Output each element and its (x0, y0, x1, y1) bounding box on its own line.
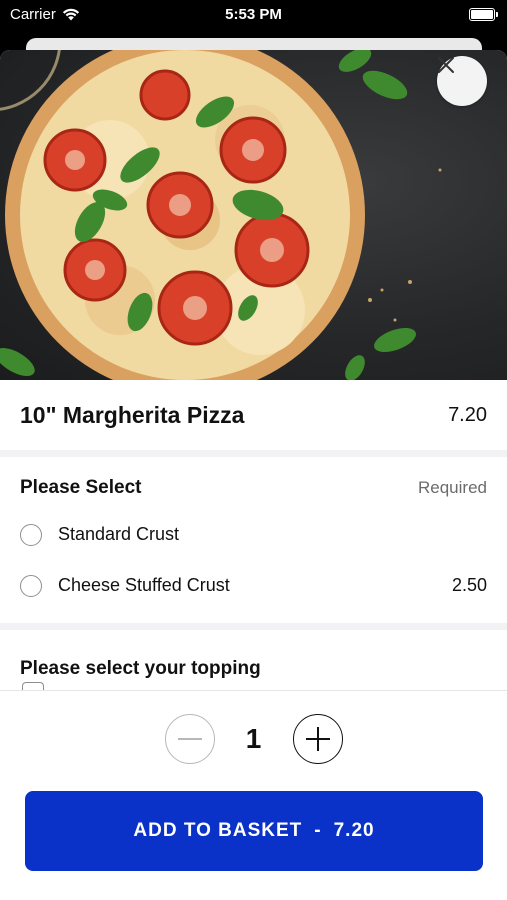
option-price: 2.50 (451, 575, 487, 595)
add-to-basket-button[interactable]: ADD TO BASKET - 7.20 (25, 791, 483, 871)
crust-option-group: Please Select Required Standard Crust Ch… (0, 457, 507, 611)
crust-group-label: Please Select (20, 477, 142, 498)
radio-button[interactable] (20, 574, 42, 597)
option-label: Standard Crust (58, 524, 180, 544)
quantity-stepper: 1 (0, 714, 507, 764)
status-bar: Carrier 5:53 PM (0, 0, 507, 32)
quantity-value: 1 (245, 723, 262, 754)
product-price: 7.20 (448, 403, 487, 426)
battery-icon (469, 8, 498, 21)
close-icon (438, 57, 454, 73)
add-button-label: ADD TO BASKET (133, 820, 303, 841)
product-name: 10" Margherita Pizza (20, 401, 245, 428)
pizza-illustration (0, 50, 442, 380)
topping-group-header: Please select your topping (0, 630, 507, 680)
add-button-separator: - (314, 820, 322, 841)
required-label: Required (418, 478, 487, 497)
add-button-price: 7.20 (333, 820, 375, 841)
minus-icon (177, 738, 202, 740)
crust-group-header: Please Select Required (20, 457, 487, 509)
radio-button[interactable] (20, 523, 42, 546)
section-divider (0, 623, 507, 630)
plus-icon (305, 727, 330, 751)
increase-quantity-button[interactable] (292, 714, 343, 764)
product-detail-sheet: 10" Margherita Pizza 7.20 Please Select … (0, 50, 507, 900)
product-image (0, 50, 507, 380)
topping-group-label: Please select your topping (20, 658, 261, 679)
decrease-quantity-button[interactable] (164, 714, 215, 764)
option-cheese-stuffed-crust[interactable]: Cheese Stuffed Crust 2.50 (20, 560, 487, 611)
bottom-action-panel: 1 ADD TO BASKET - 7.20 (0, 690, 507, 900)
option-label: Cheese Stuffed Crust (58, 575, 230, 595)
option-standard-crust[interactable]: Standard Crust (20, 509, 487, 560)
close-button[interactable] (437, 56, 487, 106)
product-title-row: 10" Margherita Pizza 7.20 (0, 380, 507, 457)
clock: 5:53 PM (225, 6, 282, 23)
